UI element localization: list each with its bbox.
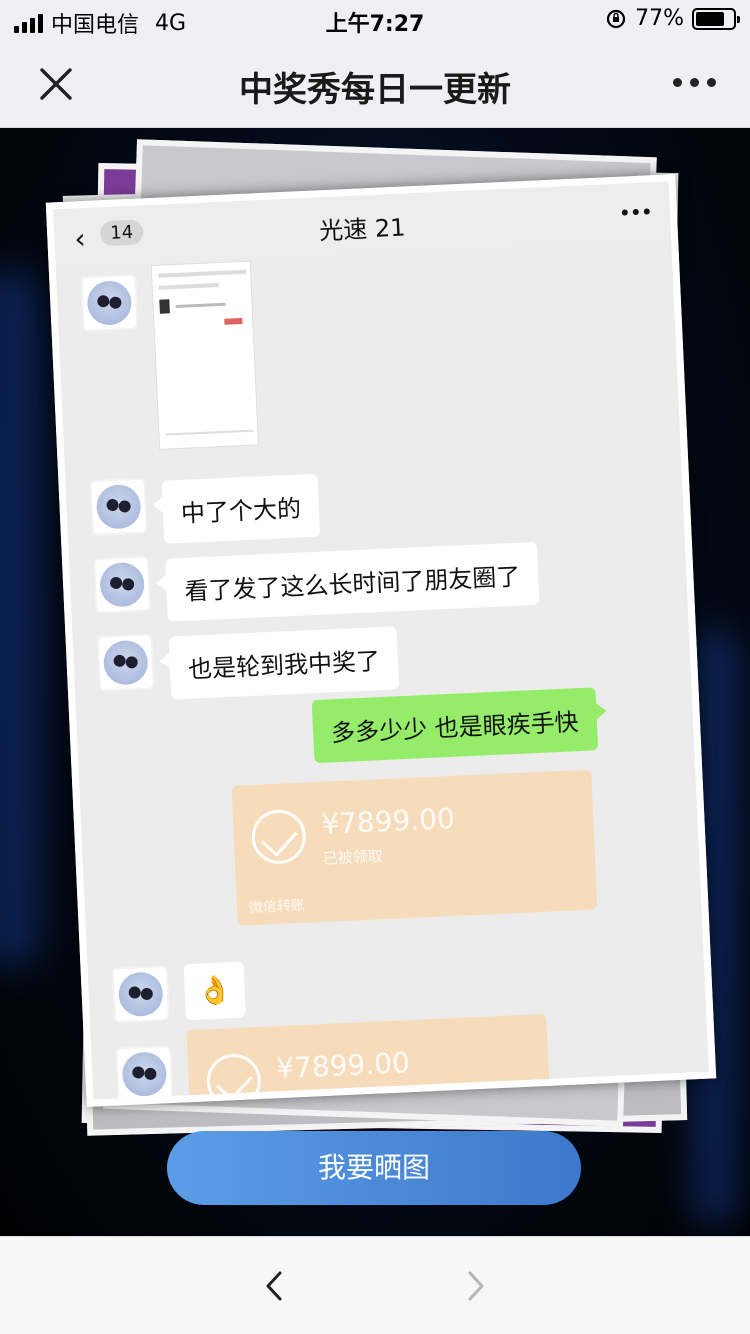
rotation-lock-icon — [606, 9, 626, 28]
background-light — [0, 268, 40, 968]
more-icon — [621, 208, 650, 216]
message-bubble: 看了发了这么长时间了朋友圈了 — [165, 541, 540, 622]
contact-name: 光速 21 — [318, 213, 407, 246]
transfer-amount: ¥7899.00 — [275, 1046, 411, 1086]
avatar — [80, 273, 139, 333]
bottom-toolbar — [0, 1236, 750, 1334]
chevron-right-icon[interactable] — [456, 1267, 494, 1305]
more-icon[interactable] — [673, 78, 716, 87]
chevron-left-icon[interactable] — [256, 1267, 294, 1305]
avatar — [115, 1044, 174, 1104]
share-photo-button[interactable]: 我要晒图 — [167, 1131, 581, 1205]
message-bubble: 也是轮到我中奖了 — [168, 626, 400, 700]
transfer-card: ¥7899.00 已被领取 微信转账 — [231, 769, 598, 926]
transfer-status: 已被领取 — [322, 847, 384, 868]
message-bubble-self: 多多少少 也是眼疾手快 — [311, 687, 598, 764]
chat-screenshot-card[interactable]: ‹ 14 光速 21 中了个大的 看了发了这么长时间了朋友圈了 也是轮到我中奖了… — [45, 174, 717, 1107]
page-title: 中奖秀每日一更新 — [239, 70, 511, 110]
avatar — [89, 477, 148, 537]
avatar — [111, 965, 171, 1024]
status-right: 77% — [605, 6, 740, 31]
transfer-amount: ¥7899.00 — [320, 801, 456, 841]
content-area: ‹ 14 光速 21 中了个大的 看了发了这么长时间了朋友圈了 也是轮到我中奖了… — [0, 128, 750, 1236]
check-icon — [205, 1052, 263, 1107]
nav-bar: 中奖秀每日一更新 — [0, 40, 750, 128]
check-icon — [250, 808, 307, 866]
battery-percent: 77% — [635, 6, 684, 31]
image-thumbnail — [150, 260, 260, 450]
status-bar: 中国电信 4G 上午7:27 77% — [0, 0, 750, 40]
battery-icon — [692, 7, 740, 30]
transfer-footer: 微信转账 — [248, 897, 306, 917]
avatar — [92, 555, 152, 614]
avatar — [96, 633, 155, 692]
message-bubble: 中了个大的 — [161, 473, 321, 544]
emoji-bubble: 👌 — [183, 961, 246, 1021]
